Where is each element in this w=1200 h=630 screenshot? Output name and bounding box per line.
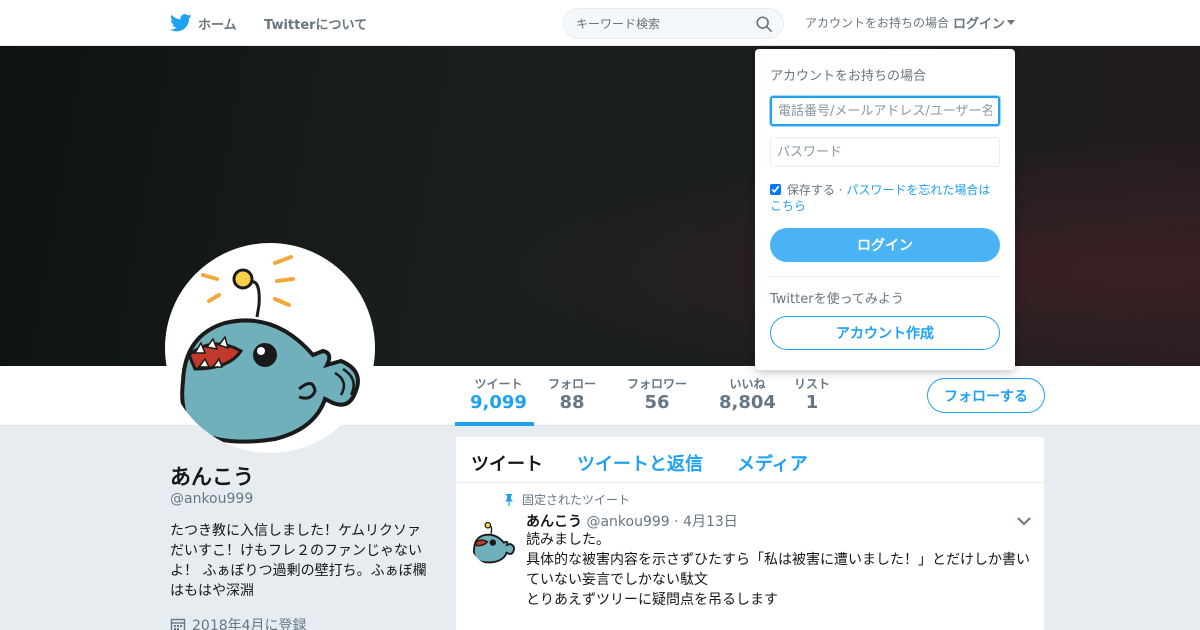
tweet-avatar[interactable]	[470, 517, 518, 565]
nav-about-link[interactable]: Twitterについて	[264, 13, 367, 33]
chevron-down-icon[interactable]	[1016, 515, 1032, 527]
caret-down-icon	[1007, 20, 1016, 25]
stat-lists[interactable]: リスト 1	[794, 376, 830, 414]
stat-following[interactable]: フォロー 88	[548, 376, 596, 414]
profile-avatar[interactable]	[165, 243, 375, 453]
profile-handle: @ankou999	[170, 491, 254, 507]
profile-bio: たつき教に入信しました！ケムリクソァだいすこ！けもフレ２のファンじゃないよ！ ふ…	[170, 523, 427, 599]
stat-label: フォロー	[548, 377, 597, 391]
pinned-text: 固定されたツイート	[522, 493, 631, 507]
search-box	[563, 8, 784, 39]
top-navigation: ホーム Twitterについて アカウントをお持ちの場合 ログイン	[0, 0, 1200, 46]
tweet-date[interactable]: · 4月13日	[674, 514, 738, 530]
password-field[interactable]	[770, 137, 1000, 167]
stat-value: 8,804	[719, 392, 776, 413]
stat-tweets[interactable]: ツイート 9,099	[470, 376, 527, 414]
remember-me-checkbox[interactable]	[770, 184, 781, 195]
tweet-text: 読みました。 具体的な被害内容を示さずひたすら「私は被害に遭いました！」とだけし…	[526, 530, 1036, 610]
nav-home-label: ホーム	[198, 17, 237, 33]
anglerfish-avatar-image	[473, 521, 515, 564]
profile-name: あんこう	[170, 465, 254, 489]
profile-joined: 2018年4月に登録	[170, 615, 307, 630]
login-dropdown: アカウントをお持ちの場合 保存する · パスワードを忘れた場合はこちら ログイン…	[755, 49, 1015, 370]
tweet-author-handle[interactable]: @ankou999	[586, 514, 669, 530]
stat-value: 56	[644, 392, 670, 413]
tweet-line: 読みました。	[526, 532, 610, 548]
tweet-author-name[interactable]: あんこう	[526, 514, 582, 530]
tab-tweets-and-replies[interactable]: ツイートと返信	[577, 450, 703, 476]
follow-button[interactable]: フォローする	[927, 378, 1045, 413]
create-account-button[interactable]: アカウント作成	[770, 316, 1000, 350]
anglerfish-avatar-image	[180, 255, 360, 444]
stat-label: フォロワー	[627, 377, 688, 391]
pin-icon	[505, 493, 513, 506]
active-stat-underline	[455, 422, 534, 426]
stat-label: いいね	[729, 377, 766, 391]
stat-value: 1	[805, 392, 819, 413]
signup-prompt: Twitterを使ってみよう	[770, 292, 904, 307]
tweet-header: あんこう @ankou999 · 4月13日	[526, 511, 738, 531]
login-dropdown-title: アカウントをお持ちの場合	[770, 69, 927, 84]
timeline: ツイート ツイートと返信 メディア 固定されたツイート あんこう @ankou9…	[456, 437, 1044, 630]
stat-label: リスト	[794, 377, 831, 391]
tab-media[interactable]: メディア	[737, 450, 808, 476]
stat-likes[interactable]: いいね 8,804	[719, 376, 776, 414]
stat-followers[interactable]: フォロワー 56	[627, 376, 687, 414]
tab-tweets[interactable]: ツイート	[471, 450, 543, 476]
joined-date: 2018年4月に登録	[192, 618, 307, 630]
username-field[interactable]	[770, 96, 1000, 126]
twitter-bird-icon	[170, 14, 192, 32]
stat-label: ツイート	[474, 377, 523, 391]
stat-value: 88	[559, 392, 585, 413]
remember-me-row: 保存する · パスワードを忘れた場合はこちら	[770, 182, 1000, 214]
separator-dot: ·	[838, 183, 843, 197]
tweet-line: 具体的な被害内容を示さずひたすら「私は被害に遭いました！」とだけしか書いていない…	[526, 552, 1030, 588]
search-icon[interactable]	[755, 15, 773, 33]
stat-value: 9,099	[470, 392, 527, 413]
pinned-tweet-label: 固定されたツイート	[504, 491, 630, 508]
login-link-label: ログイン	[953, 17, 1006, 32]
tweet-line: とりあえずツリーに疑問点を吊るします	[526, 592, 778, 608]
timeline-tabs: ツイート ツイートと返信 メディア	[456, 437, 1044, 483]
search-input[interactable]	[576, 9, 746, 38]
nav-home-link[interactable]: ホーム	[170, 13, 237, 33]
remember-me-label: 保存する	[786, 183, 835, 197]
divider	[770, 276, 1000, 277]
login-dropdown-toggle[interactable]: ログイン	[953, 13, 1016, 32]
login-prompt: アカウントをお持ちの場合	[805, 16, 950, 30]
login-button[interactable]: ログイン	[770, 228, 1000, 262]
calendar-icon	[170, 618, 186, 630]
